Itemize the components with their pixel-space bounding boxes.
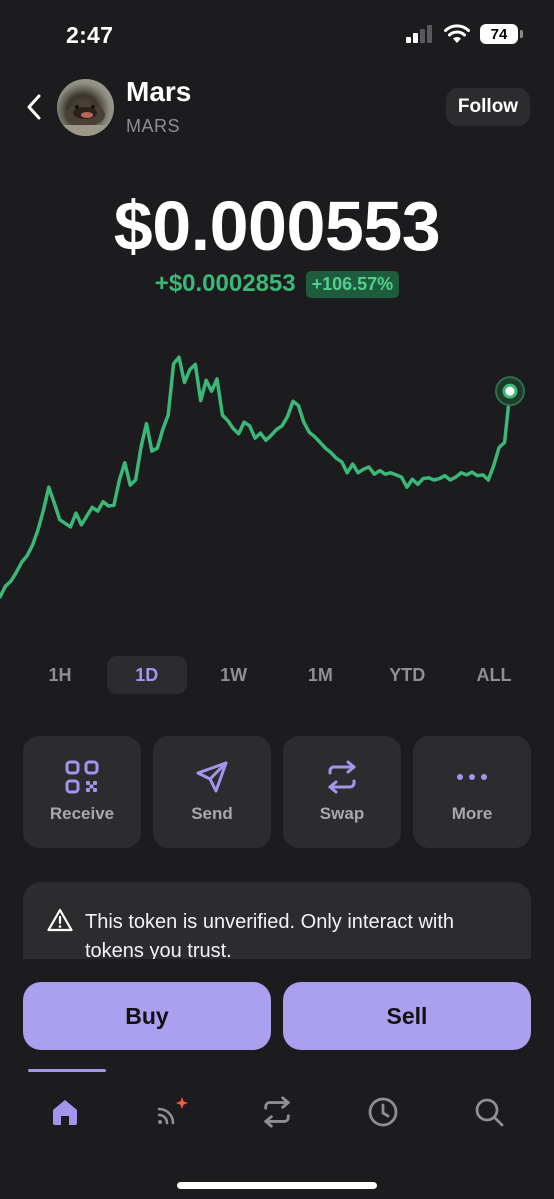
home-indicator bbox=[177, 1182, 377, 1189]
range-1w[interactable]: 1W bbox=[194, 656, 274, 694]
send-label: Send bbox=[191, 804, 233, 823]
price-chart-svg bbox=[0, 355, 525, 599]
range-1h[interactable]: 1H bbox=[20, 656, 100, 694]
send-button[interactable]: Send bbox=[153, 736, 271, 848]
tab-swap[interactable] bbox=[247, 1085, 307, 1139]
back-button[interactable] bbox=[20, 90, 48, 124]
range-all[interactable]: ALL bbox=[454, 656, 534, 694]
range-1d[interactable]: 1D bbox=[106, 656, 187, 694]
cellular-signal-icon bbox=[406, 25, 432, 43]
tab-home[interactable] bbox=[35, 1085, 95, 1139]
tab-explore[interactable] bbox=[141, 1085, 201, 1139]
explore-feed-icon bbox=[157, 1097, 188, 1125]
trade-buttons: Buy Sell bbox=[23, 982, 531, 1050]
history-icon bbox=[368, 1097, 398, 1127]
price-line-series bbox=[0, 355, 512, 599]
active-tab-indicator bbox=[28, 1069, 106, 1072]
status-time: 2:47 bbox=[66, 22, 114, 48]
battery-indicator: 74 bbox=[480, 24, 523, 44]
buy-button[interactable]: Buy bbox=[23, 982, 271, 1050]
search-icon bbox=[475, 1098, 504, 1127]
swap-arrows-icon bbox=[328, 760, 356, 794]
token-header: Mars MARS Follow bbox=[0, 70, 554, 150]
price-change-row: +$0.0002853 +106.57% bbox=[0, 270, 554, 298]
receive-label: Receive bbox=[49, 804, 115, 823]
more-button[interactable]: More bbox=[413, 736, 531, 848]
swap-button[interactable]: Swap bbox=[283, 736, 401, 848]
qr-code-icon bbox=[65, 760, 99, 794]
status-bar: 2:47 74 bbox=[0, 0, 554, 70]
token-symbol: MARS bbox=[126, 116, 181, 136]
token-name: Mars bbox=[126, 76, 192, 107]
price-change-amount: +$0.0002853 bbox=[154, 270, 296, 297]
chevron-left-icon bbox=[27, 94, 41, 120]
range-ytd[interactable]: YTD bbox=[367, 656, 447, 694]
swap-label: Swap bbox=[319, 804, 365, 823]
home-icon bbox=[53, 1100, 77, 1125]
price-change-percent-badge: +106.57% bbox=[305, 270, 400, 298]
range-1m[interactable]: 1M bbox=[280, 656, 360, 694]
receive-button[interactable]: Receive bbox=[23, 736, 141, 848]
more-label: More bbox=[451, 804, 493, 823]
warning-triangle-icon bbox=[47, 908, 73, 932]
price-chart[interactable] bbox=[0, 330, 554, 630]
wifi-icon bbox=[444, 24, 470, 43]
sell-button[interactable]: Sell bbox=[283, 982, 531, 1050]
warning-text: This token is unverified. Only interact … bbox=[85, 911, 455, 959]
follow-button[interactable]: Follow bbox=[446, 88, 530, 126]
status-icons: 74 bbox=[406, 24, 523, 44]
token-avatar bbox=[57, 79, 114, 136]
tab-search[interactable] bbox=[459, 1085, 519, 1139]
action-buttons: Receive Send Swap More bbox=[23, 736, 531, 848]
tab-bar bbox=[12, 1085, 542, 1139]
latest-point-marker bbox=[502, 383, 518, 399]
tab-history[interactable] bbox=[353, 1085, 413, 1139]
swap-icon bbox=[264, 1096, 290, 1128]
token-price: $0.000553 bbox=[113, 187, 441, 265]
time-range-selector: 1H 1D 1W 1M YTD ALL bbox=[20, 656, 534, 696]
paper-plane-icon bbox=[196, 761, 228, 793]
unverified-warning: This token is unverified. Only interact … bbox=[23, 882, 531, 959]
more-dots-icon bbox=[457, 774, 487, 780]
